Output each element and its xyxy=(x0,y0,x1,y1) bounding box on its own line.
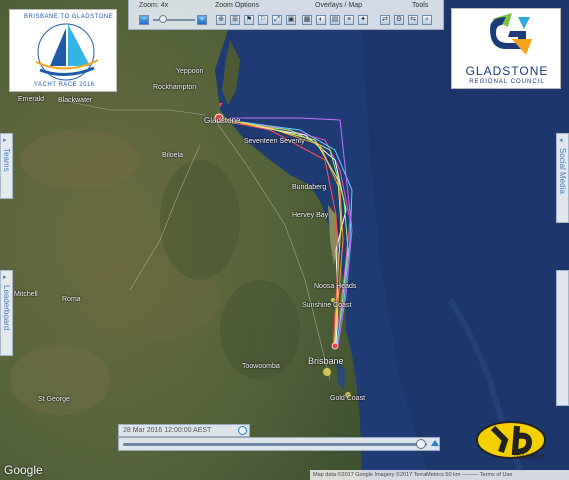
timeline-track[interactable] xyxy=(123,443,427,446)
zoom-out-button[interactable]: − xyxy=(139,15,149,25)
teams-tab-label: Teams xyxy=(2,148,11,172)
label-seventeen: Seventeen Seventy xyxy=(244,138,305,145)
overlay-wind-icon[interactable]: ✦ xyxy=(358,15,368,25)
tools-label: Tools xyxy=(412,2,429,9)
tracking-label: TRACKING xyxy=(513,455,545,461)
label-st-george: St George xyxy=(38,396,70,403)
label-emerald: Emerald xyxy=(18,96,45,103)
clock-icon[interactable] xyxy=(238,426,247,435)
map-attribution[interactable]: Map data ©2017 Google Imagery ©2017 Terr… xyxy=(310,470,569,480)
zoom-fleet-icon[interactable]: ⊕ xyxy=(216,15,226,25)
label-gold-coast: Gold Coast xyxy=(330,395,366,402)
chevron-left-icon: ◂ xyxy=(559,137,563,144)
label-rockhampton: Rockhampton xyxy=(153,84,197,91)
chevron-right-icon: ▸ xyxy=(3,274,7,281)
label-toowoomba: Toowoomba xyxy=(242,363,280,370)
social-media-tab-label: Social Media xyxy=(558,148,567,194)
council-subtitle: REGIONAL COUNCIL xyxy=(469,79,545,85)
zoom-leader-icon[interactable]: ⊞ xyxy=(230,15,240,25)
overlay-map-icon[interactable]: ▦ xyxy=(302,15,312,25)
label-yeppoon: Yeppoon xyxy=(176,68,204,75)
zoom-start-icon[interactable]: ⚑ xyxy=(244,15,254,25)
label-biloela: Biloela xyxy=(162,152,184,159)
label-sunshine: Sunshine Coast xyxy=(302,302,352,309)
zoom-fit-icon[interactable]: ▣ xyxy=(286,15,296,25)
start-marker[interactable] xyxy=(331,342,339,350)
tool-measure-icon[interactable]: ⇆ xyxy=(408,15,418,25)
timeline-slider[interactable] xyxy=(118,437,440,451)
label-blackwater: Blackwater xyxy=(58,97,93,104)
label-noosa: Noosa Heads xyxy=(314,283,357,290)
teams-tab[interactable]: ▸ Teams xyxy=(0,133,13,199)
overlay-satellite-icon[interactable]: ◐ xyxy=(316,15,326,25)
council-logo-graphic xyxy=(490,13,532,55)
zoom-slider-knob[interactable] xyxy=(159,15,167,23)
overlay-labels-icon[interactable]: ≡ xyxy=(344,15,354,25)
timeline-knob[interactable] xyxy=(415,439,426,449)
council-logo: GLADSTONE REGIONAL COUNCIL xyxy=(451,8,561,89)
label-hervey-bay: Hervey Bay xyxy=(292,212,329,219)
zoom-finish-icon[interactable]: ⚐ xyxy=(258,15,268,25)
overlays-label: Overlays / Map xyxy=(315,2,363,9)
zoom-options-label: Zoom Options xyxy=(215,2,259,9)
tool-swap-icon[interactable]: ⇄ xyxy=(380,15,390,25)
race-logo-top-text: BRISBANE TO GLADSTONE xyxy=(24,14,114,20)
leaderboard-tab[interactable]: ▸ Leaderboard xyxy=(0,270,13,356)
yb-tracking-logo: TRACKING xyxy=(471,418,555,464)
leaderboard-tab-label: Leaderboard xyxy=(2,285,11,331)
zoom-extent-icon[interactable]: ⤢ xyxy=(272,15,282,25)
label-roma: Roma xyxy=(62,296,81,303)
zoom-in-button[interactable]: + xyxy=(197,15,207,25)
label-mitchell: Mitchell xyxy=(14,291,38,298)
tool-settings-icon[interactable]: ⚙ xyxy=(394,15,404,25)
tool-search-icon[interactable]: ⌕ xyxy=(422,15,432,25)
google-logo: Google xyxy=(4,463,43,477)
timeline-datetime-box: 28 Mar 2016 12:00:00 AEST xyxy=(118,424,250,437)
map-toolbar: Zoom: 4x Zoom Options Overlays / Map Too… xyxy=(128,0,444,30)
council-title: GLADSTONE xyxy=(465,64,549,78)
timeline-datetime: 28 Mar 2016 12:00:00 AEST xyxy=(123,427,212,434)
label-gladstone: Gladstone xyxy=(204,116,241,125)
race-logo-graphic xyxy=(35,23,99,81)
race-logo-bottom-text: YACHT RACE 2016 xyxy=(34,82,95,88)
right-panel-tab[interactable] xyxy=(556,270,569,406)
label-bundaberg: Bundaberg xyxy=(292,184,327,191)
zoom-label: Zoom: 4x xyxy=(139,2,169,9)
race-logo: BRISBANE TO GLADSTONE YACHT RACE 2016 xyxy=(9,9,117,92)
zoom-slider[interactable] xyxy=(153,15,195,23)
label-brisbane: Brisbane xyxy=(308,356,344,366)
overlay-grid-icon[interactable]: ▤ xyxy=(330,15,340,25)
chevron-right-icon: ▸ xyxy=(3,137,7,144)
play-icon[interactable] xyxy=(431,440,439,446)
social-media-tab[interactable]: ◂ Social Media xyxy=(556,133,569,223)
